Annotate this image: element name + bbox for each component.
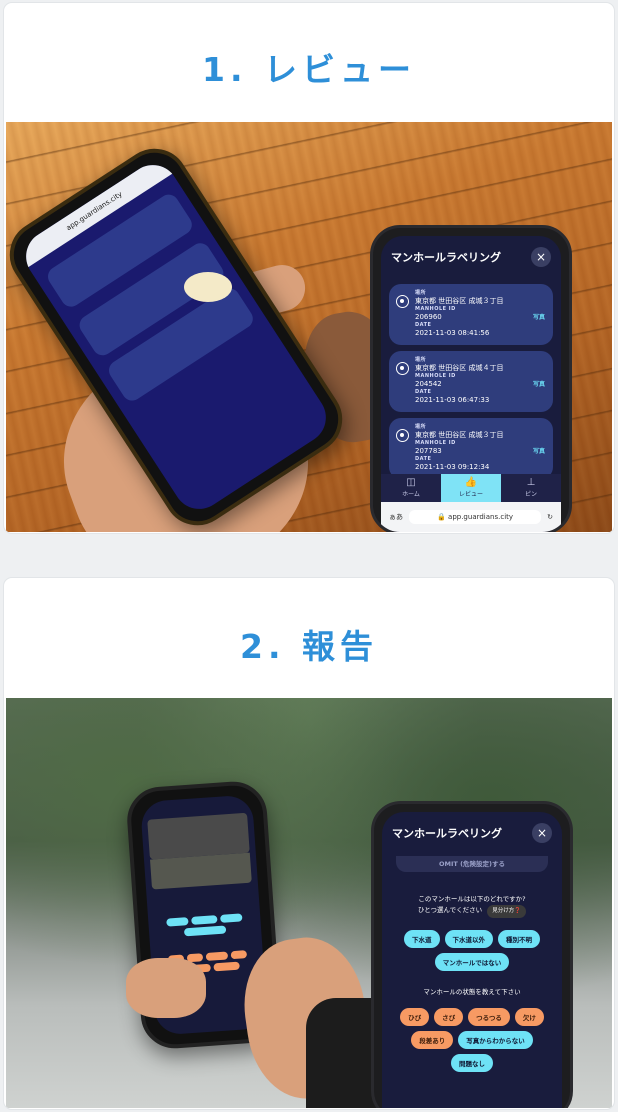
condition-option-step[interactable]: 段差あり bbox=[411, 1031, 454, 1049]
date-label: DATE bbox=[415, 456, 432, 462]
photo-chip bbox=[220, 913, 243, 923]
question-type-line1: このマンホールは以下のどれですか? bbox=[418, 895, 526, 903]
place-value: 東京都 世田谷区 成城３丁目 bbox=[415, 431, 504, 439]
review-photo: app.guardians.city マンホールラベリング × 場所 東京都 世… bbox=[6, 122, 612, 532]
report-photo: マンホールラベリング × OMIT (危険設定)する このマンホールは以下のどれ… bbox=[6, 698, 612, 1108]
step-review-card: 1. レビュー app.guardians.city マンホールラベリング × bbox=[3, 2, 615, 534]
hint-button[interactable]: 見分け方❓ bbox=[487, 905, 527, 918]
manhole-photo-preview bbox=[150, 852, 252, 890]
step-title: 2. 報告 bbox=[240, 627, 378, 666]
photo-chip-group bbox=[148, 912, 261, 939]
photo-link[interactable]: 写真 bbox=[533, 312, 545, 321]
condition-options: ひび さび つるつる 欠け 段差あり 写真からわからない 問題なし bbox=[382, 1008, 562, 1072]
place-value: 東京都 世田谷区 成城４丁目 bbox=[415, 364, 504, 372]
review-card[interactable]: 場所 東京都 世田谷区 成城４丁目 MANHOLE ID 204542 DATE… bbox=[389, 351, 553, 412]
pin-icon: ⊥ bbox=[526, 477, 536, 488]
screen-title: マンホールラベリング bbox=[391, 251, 501, 264]
question-type-line2-row: ひとつ選んでください 見分け方❓ bbox=[382, 905, 562, 918]
type-option-not-manhole[interactable]: マンホールではない bbox=[434, 953, 510, 971]
condition-option-rust[interactable]: さび bbox=[434, 1008, 464, 1026]
manhole-id-label: MANHOLE ID bbox=[415, 306, 456, 312]
manhole-type-options: 下水道 下水道以外 種別不明 マンホールではない bbox=[382, 930, 562, 971]
manhole-photo-preview bbox=[147, 812, 250, 860]
condition-option-chipped[interactable]: 欠け bbox=[514, 1008, 544, 1026]
app-screen: マンホールラベリング × 場所 東京都 世田谷区 成城３丁目 MANHOLE I… bbox=[381, 236, 561, 532]
date-label: DATE bbox=[415, 322, 432, 328]
manhole-target-icon bbox=[396, 429, 409, 442]
finger-shape bbox=[126, 958, 206, 1018]
photo-chip bbox=[230, 950, 247, 960]
tab-label: ホーム bbox=[402, 491, 420, 498]
manhole-id-value: 204542 bbox=[415, 380, 442, 388]
date-value: 2021-11-03 06:47:33 bbox=[415, 396, 490, 404]
manhole-id-value: 207783 bbox=[415, 447, 442, 455]
photo-chip bbox=[205, 951, 228, 961]
close-icon[interactable]: × bbox=[531, 247, 551, 267]
report-screen-mockup: マンホールラベリング × OMIT (危険設定)する このマンホールは以下のどれ… bbox=[371, 801, 573, 1108]
photo-chip bbox=[166, 917, 189, 927]
manhole-id-label: MANHOLE ID bbox=[415, 373, 456, 379]
fingernail-shape bbox=[184, 272, 232, 302]
app-header: マンホールラベリング × bbox=[381, 236, 561, 278]
type-option-non-sewer[interactable]: 下水道以外 bbox=[444, 930, 493, 948]
place-label: 場所 bbox=[415, 424, 427, 430]
app-screen: マンホールラベリング × OMIT (危険設定)する このマンホールは以下のどれ… bbox=[382, 812, 562, 1108]
date-value: 2021-11-03 08:41:56 bbox=[415, 329, 490, 337]
close-icon[interactable]: × bbox=[532, 823, 552, 843]
photo-chip bbox=[212, 961, 240, 972]
tab-label: ピン bbox=[524, 491, 537, 498]
place-label: 場所 bbox=[415, 290, 427, 296]
map-icon: ◫ bbox=[406, 477, 416, 488]
condition-option-cannot-tell[interactable]: 写真からわからない bbox=[458, 1031, 533, 1049]
review-card[interactable]: 場所 東京都 世田谷区 成城３丁目 MANHOLE ID 207783 DATE… bbox=[389, 418, 553, 479]
photo-chip bbox=[183, 925, 227, 937]
question-condition: マンホールの状態を教えて下さい bbox=[423, 988, 521, 996]
date-label: DATE bbox=[415, 389, 432, 395]
step-title: 1. レビュー bbox=[202, 50, 416, 89]
tab-home[interactable]: ◫ ホーム bbox=[381, 474, 441, 502]
tab-bar: ◫ ホーム 👍 レビュー ⊥ ピン bbox=[381, 474, 561, 502]
review-card[interactable]: 場所 東京都 世田谷区 成城３丁目 MANHOLE ID 206960 DATE… bbox=[389, 284, 553, 345]
reload-icon[interactable]: ↻ bbox=[547, 513, 553, 521]
photo-chip bbox=[191, 915, 218, 925]
condition-option-slippery[interactable]: つるつる bbox=[468, 1008, 510, 1026]
type-option-unknown[interactable]: 種別不明 bbox=[498, 930, 540, 948]
type-option-sewer[interactable]: 下水道 bbox=[404, 930, 440, 948]
screen-title: マンホールラベリング bbox=[392, 827, 502, 840]
photo-link[interactable]: 写真 bbox=[533, 446, 545, 455]
condition-option-crack[interactable]: ひび bbox=[400, 1008, 430, 1026]
manhole-target-icon bbox=[396, 362, 409, 375]
manhole-id-label: MANHOLE ID bbox=[415, 440, 456, 446]
omit-button[interactable]: OMIT (危険設定)する bbox=[396, 856, 548, 872]
place-label: 場所 bbox=[415, 357, 427, 363]
tab-label: レビュー bbox=[458, 491, 483, 498]
question-type-line2: ひとつ選んでください bbox=[417, 906, 483, 914]
date-value: 2021-11-03 09:12:34 bbox=[415, 463, 490, 471]
manhole-id-value: 206960 bbox=[415, 313, 442, 321]
url-text: app.guardians.city bbox=[448, 513, 514, 521]
address-field[interactable]: 🔒 app.guardians.city bbox=[409, 510, 542, 524]
browser-url-bar: ぁあ 🔒 app.guardians.city ↻ bbox=[381, 502, 561, 532]
place-value: 東京都 世田谷区 成城３丁目 bbox=[415, 297, 504, 305]
step-report-card: 2. 報告 マンホールラベリング × OMIT (危険設定)する このマンホール… bbox=[3, 577, 615, 1110]
text-size-button[interactable]: ぁあ bbox=[389, 512, 403, 522]
manhole-target-icon bbox=[396, 295, 409, 308]
tab-review[interactable]: 👍 レビュー bbox=[441, 474, 501, 502]
app-header: マンホールラベリング × bbox=[382, 812, 562, 854]
thumbs-up-icon: 👍 bbox=[464, 477, 478, 488]
tab-pin[interactable]: ⊥ ピン bbox=[501, 474, 561, 502]
photo-link[interactable]: 写真 bbox=[533, 379, 545, 388]
review-screen-mockup: マンホールラベリング × 場所 東京都 世田谷区 成城３丁目 MANHOLE I… bbox=[370, 225, 572, 532]
condition-option-no-problem[interactable]: 問題なし bbox=[451, 1054, 493, 1072]
